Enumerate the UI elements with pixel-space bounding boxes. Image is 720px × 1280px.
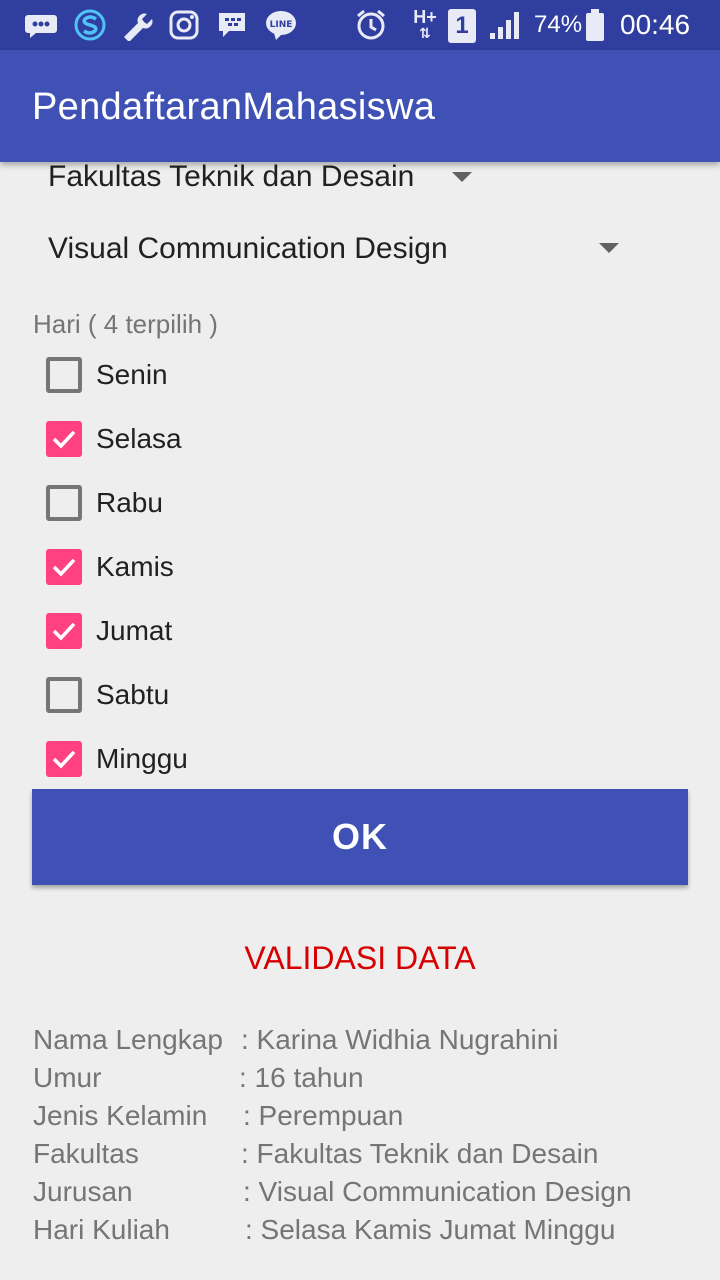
validation-value: : Fakultas Teknik dan Desain: [241, 1138, 599, 1169]
blackberry-messenger-icon: [216, 9, 248, 41]
day-label: Rabu: [96, 487, 163, 518]
battery-percent: 74%: [534, 11, 583, 38]
bbm-icon: [24, 9, 58, 41]
validation-key: Fakultas: [33, 1138, 139, 1169]
network-type-indicator: H+ ⇅: [413, 7, 437, 41]
day-checkbox-kamis[interactable]: Kamis: [46, 547, 174, 587]
jurusan-spinner-value: Visual Communication Design: [48, 232, 448, 265]
validation-value: : Visual Communication Design: [243, 1176, 632, 1207]
checkbox-unchecked-icon[interactable]: [46, 485, 82, 521]
checkbox-checked-icon[interactable]: [46, 421, 82, 457]
day-checkbox-selasa[interactable]: Selasa: [46, 419, 182, 459]
status-bar: LINE H+ ⇅ 1 74% 00:46: [0, 0, 720, 50]
day-checkbox-senin[interactable]: Senin: [46, 355, 168, 395]
svg-text:LINE: LINE: [270, 20, 293, 30]
clock: 00:46: [620, 9, 691, 40]
line-icon: LINE: [264, 9, 298, 41]
day-label: Senin: [96, 359, 168, 390]
sim-indicator: 1: [448, 9, 476, 43]
wrench-icon: [120, 9, 154, 41]
day-label: Minggu: [96, 743, 188, 774]
validation-key: Hari Kuliah: [33, 1214, 170, 1245]
validation-value: : Perempuan: [243, 1100, 404, 1131]
validation-key: Nama Lengkap: [33, 1024, 223, 1055]
day-checkbox-minggu[interactable]: Minggu: [46, 739, 188, 779]
jurusan-dropdown-arrow-icon[interactable]: [599, 243, 619, 253]
fakultas-spinner-value: Fakultas Teknik dan Desain: [48, 160, 415, 193]
hari-label: Hari ( 4 terpilih ): [33, 309, 218, 339]
day-label: Kamis: [96, 551, 174, 582]
app-bar: PendaftaranMahasiswa: [0, 50, 720, 162]
s-icon: [74, 9, 106, 41]
fakultas-spinner[interactable]: Fakultas Teknik dan Desain: [48, 160, 414, 194]
validation-value: : Selasa Kamis Jumat Minggu: [245, 1214, 616, 1245]
validation-title: VALIDASI DATA: [244, 940, 476, 976]
validation-key: Jurusan: [33, 1176, 133, 1207]
instagram-icon: [168, 9, 200, 41]
day-checkbox-rabu[interactable]: Rabu: [46, 483, 163, 523]
signal-icon: [488, 9, 524, 41]
validation-key: Umur: [33, 1062, 102, 1093]
checkbox-checked-icon[interactable]: [46, 613, 82, 649]
ok-button-label: OK: [332, 816, 388, 857]
validation-key: Jenis Kelamin: [33, 1100, 208, 1131]
validation-value: : 16 tahun: [239, 1062, 364, 1093]
day-checkbox-jumat[interactable]: Jumat: [46, 611, 172, 651]
fakultas-dropdown-arrow-icon[interactable]: [452, 172, 472, 182]
day-checkbox-sabtu[interactable]: Sabtu: [46, 675, 169, 715]
validation-value: : Karina Widhia Nugrahini: [241, 1024, 559, 1055]
checkbox-checked-icon[interactable]: [46, 741, 82, 777]
checkbox-unchecked-icon[interactable]: [46, 677, 82, 713]
jurusan-spinner[interactable]: Visual Communication Design: [48, 232, 448, 266]
battery-icon: [584, 9, 606, 41]
checkbox-checked-icon[interactable]: [46, 549, 82, 585]
alarm-icon: [354, 9, 388, 41]
day-label: Selasa: [96, 423, 182, 454]
ok-button[interactable]: OK: [32, 789, 688, 885]
checkbox-unchecked-icon[interactable]: [46, 357, 82, 393]
day-label: Jumat: [96, 615, 173, 646]
day-label: Sabtu: [96, 679, 170, 710]
app-title: PendaftaranMahasiswa: [32, 86, 436, 128]
